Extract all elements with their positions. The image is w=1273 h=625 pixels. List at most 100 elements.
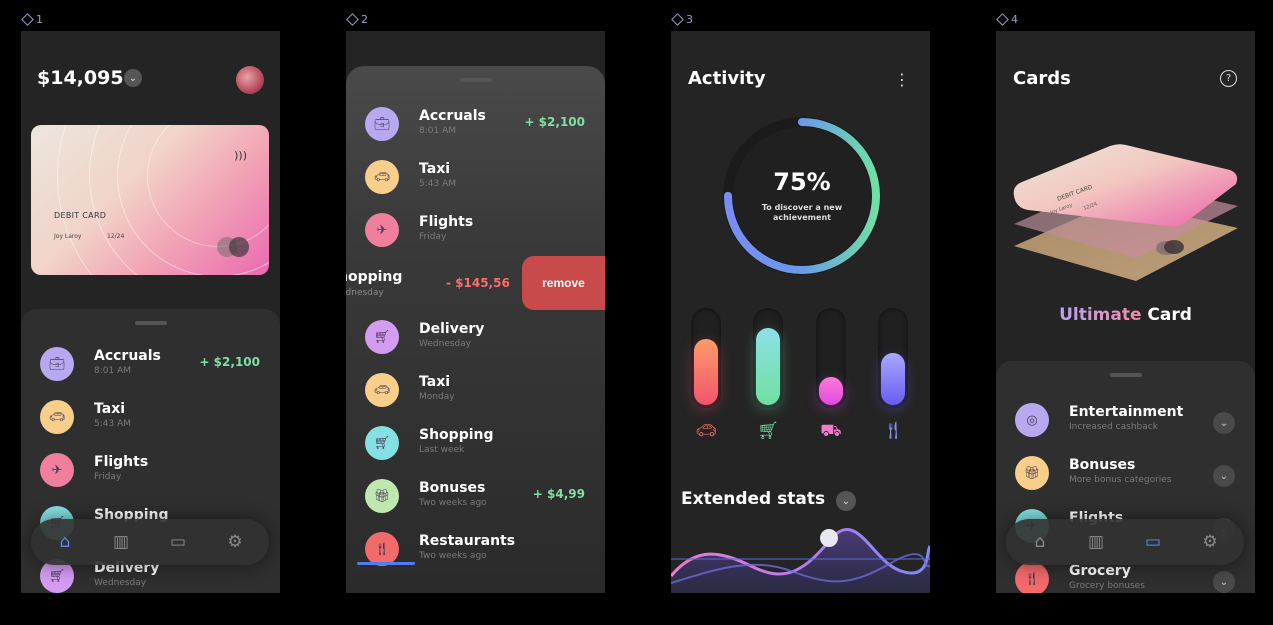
list-item[interactable]: 💼︎ Accruals 8:01 AM + $2,100 (346, 107, 605, 160)
diamond-icon (21, 13, 34, 26)
expand-button[interactable]: ⌄ (1213, 412, 1235, 434)
cart-icon: 🛒︎ (365, 426, 399, 460)
card-name: Ultimate Card (1059, 305, 1192, 325)
swiped-transaction-row[interactable]: hopping ednesday - $145,56 remove (346, 256, 605, 310)
truck-icon: ⛟ (820, 421, 842, 441)
benefit-item[interactable]: ◎ Entertainment Increased cashback ⌄ (996, 403, 1255, 456)
transaction-subtitle: 5:43 AM (94, 419, 131, 429)
card-stack[interactable]: DEBIT CARD Joy Laroy 12/24 (1006, 106, 1246, 306)
page-title: Activity (688, 68, 766, 89)
expand-button[interactable]: ⌄ (1213, 571, 1235, 593)
list-item[interactable]: 🍴︎ Restaurants Two weeks ago (346, 532, 605, 585)
transaction-title: Accruals (419, 108, 486, 124)
screen-cards: Cards ? DEBIT CARD Joy Laroy 12/24 Ultim… (996, 31, 1255, 593)
gift-icon: 🎁︎ (365, 479, 399, 513)
transaction-title: Delivery (419, 321, 485, 337)
transaction-subtitle: Friday (94, 472, 122, 482)
transaction-title: Shopping (419, 427, 494, 443)
activity-bar-truck[interactable] (816, 308, 846, 408)
card-type: DEBIT CARD (54, 211, 107, 220)
transaction-amount: + $2,100 (524, 115, 585, 129)
section-title: Extended stats (681, 489, 826, 509)
sheet-handle[interactable] (459, 78, 492, 82)
car-icon: 🚗︎ (365, 373, 399, 407)
diamond-icon (346, 13, 359, 26)
transaction-subtitle: Last week (419, 445, 465, 455)
card-network-logo (217, 237, 251, 257)
benefit-subtitle: More bonus categories (1069, 475, 1172, 485)
transaction-title: Flights (94, 454, 149, 470)
list-item[interactable]: 💼︎ Accruals 8:01 AM + $2,100 (21, 347, 280, 400)
debit-card[interactable]: ))) DEBIT CARD Joy Laroy 12/24 (31, 125, 269, 275)
screen-activity: Activity ⋮ 75% To discover a new achieve… (671, 31, 930, 593)
nav-home-icon[interactable]: ⌂ (1028, 531, 1052, 553)
progress-ring: 75% To discover a new achievement (719, 113, 885, 279)
transaction-title: Accruals (94, 348, 161, 364)
nav-card-icon[interactable]: ▭ (166, 531, 190, 553)
benefit-item[interactable]: 🍴︎ Grocery Grocery bonuses ⌄ (996, 562, 1255, 593)
sheet-handle[interactable] (1109, 373, 1142, 377)
frame-label-4: 4 (996, 13, 1018, 26)
avatar[interactable] (236, 66, 264, 94)
cart-icon: 🛒︎ (365, 320, 399, 354)
transaction-subtitle: Monday (419, 392, 455, 402)
cart-icon: 🛒︎ (757, 421, 779, 441)
more-options-icon[interactable]: ⋮ (894, 70, 910, 89)
activity-bar-fork-knife[interactable] (878, 308, 908, 408)
section-dropdown-button[interactable]: ⌄ (836, 491, 856, 511)
car-icon: 🚗︎ (40, 400, 74, 434)
car-icon: 🚗︎ (365, 160, 399, 194)
benefit-title: Bonuses (1069, 457, 1136, 473)
list-item[interactable]: ✈ Flights Friday (21, 453, 280, 506)
transaction-amount: - $145,56 (446, 276, 510, 290)
activity-bar-cart[interactable] (753, 308, 783, 408)
scroll-indicator (357, 562, 415, 565)
list-item[interactable]: 🚗︎ Taxi 5:43 AM (346, 160, 605, 213)
frame-label-1: 1 (21, 13, 43, 26)
balance-dropdown-button[interactable]: ⌄ (124, 69, 142, 87)
transaction-amount: + $4,99 (532, 487, 585, 501)
remove-button[interactable]: remove (522, 256, 605, 310)
sheet-handle[interactable] (134, 321, 167, 325)
help-icon[interactable]: ? (1220, 70, 1237, 87)
transaction-title: hopping (346, 269, 403, 285)
car-icon: 🚗︎ (695, 421, 717, 441)
transaction-subtitle: 8:01 AM (94, 366, 131, 376)
chevron-down-icon: ⌄ (841, 495, 851, 507)
transaction-title: Taxi (94, 401, 126, 417)
activity-bar-fill (819, 377, 843, 405)
progress-ring-graphic (723, 117, 881, 275)
transaction-title: Taxi (419, 161, 451, 177)
list-item[interactable]: 🎁︎ Bonuses Two weeks ago + $4,99 (346, 479, 605, 532)
frame-label-3: 3 (671, 13, 693, 26)
list-item[interactable]: 🚗︎ Taxi Monday (346, 373, 605, 426)
benefit-subtitle: Increased cashback (1069, 422, 1158, 432)
nav-stats-icon[interactable]: ▥ (109, 531, 133, 553)
transaction-subtitle: 8:01 AM (419, 126, 456, 136)
plane-icon: ✈ (365, 213, 399, 247)
diamond-icon (671, 13, 684, 26)
chart-handle[interactable] (820, 529, 838, 547)
activity-bar-car[interactable] (691, 308, 721, 408)
list-item[interactable]: 🚗︎ Taxi 5:43 AM (21, 400, 280, 453)
card-holder: Joy Laroy (54, 233, 82, 240)
transaction-subtitle: Two weeks ago (419, 498, 487, 508)
benefit-item[interactable]: 🎁︎ Bonuses More bonus categories ⌄ (996, 456, 1255, 509)
briefcase-icon: 💼︎ (365, 107, 399, 141)
list-item[interactable]: 🛒︎ Shopping Last week (346, 426, 605, 479)
expand-button[interactable]: ⌄ (1213, 465, 1235, 487)
nav-card-icon[interactable]: ▭ (1141, 531, 1165, 553)
fork-knife-icon: 🍴︎ (365, 532, 399, 566)
activity-bar-fill (694, 339, 718, 405)
plane-icon: ✈ (40, 453, 74, 487)
nav-home-icon[interactable]: ⌂ (53, 531, 77, 553)
list-item[interactable]: 🛒︎ Delivery Wednesday (346, 320, 605, 373)
nav-settings-icon[interactable]: ⚙ (223, 531, 247, 553)
benefit-title: Grocery (1069, 563, 1131, 579)
nav-settings-icon[interactable]: ⚙ (1198, 531, 1222, 553)
chevron-down-icon: ⌄ (128, 72, 138, 84)
stats-wave-chart[interactable] (671, 521, 930, 593)
nav-stats-icon[interactable]: ▥ (1084, 531, 1108, 553)
transaction-title: Flights (419, 214, 474, 230)
transaction-title: Bonuses (419, 480, 486, 496)
